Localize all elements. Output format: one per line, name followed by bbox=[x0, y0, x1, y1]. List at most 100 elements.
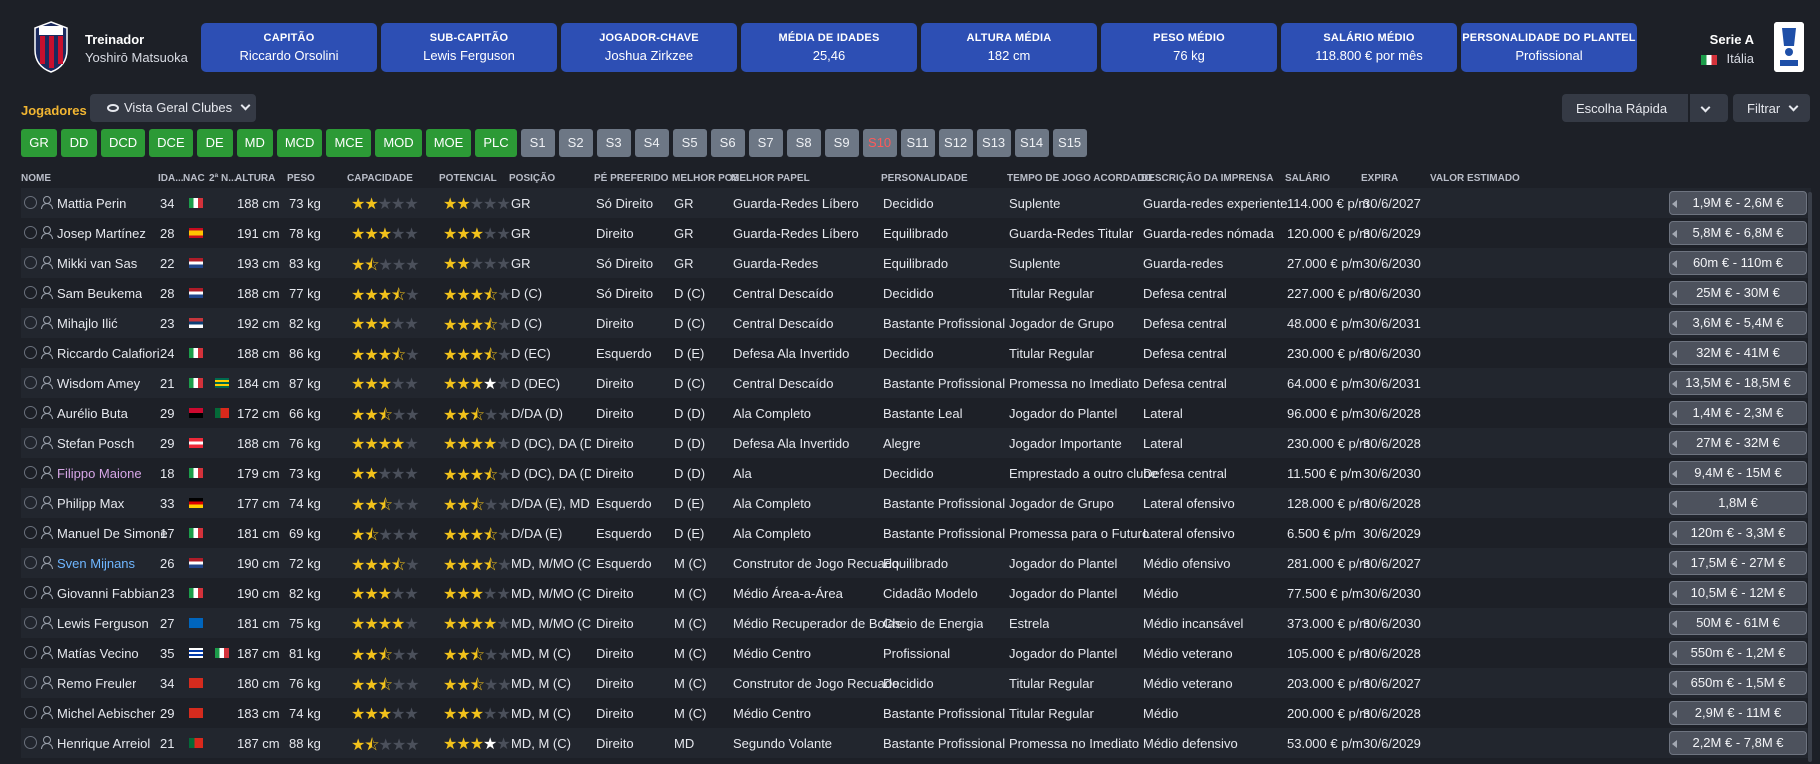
select-circle-icon[interactable] bbox=[24, 736, 37, 749]
player-name-link[interactable]: Filippo Maione bbox=[57, 466, 142, 481]
table-row[interactable]: Giovanni Fabbian 23 190 cm 82 kg ★★★★★ ★★★★★ M… bbox=[21, 578, 1811, 608]
estimated-value-pill[interactable]: 60m € - 110m € bbox=[1669, 251, 1807, 275]
table-row[interactable]: Filippo Maione 18 179 cm 73 kg ★★★★★ ★★★⯪★ D (… bbox=[21, 458, 1811, 488]
column-header[interactable]: POSIÇÃO bbox=[509, 173, 555, 184]
column-header[interactable]: DESCRIÇÃO DA IMPRENSA bbox=[1141, 173, 1273, 184]
pt-flag-icon[interactable] bbox=[189, 738, 203, 748]
estimated-value-pill[interactable]: 650m € - 1,5M € bbox=[1669, 671, 1807, 695]
rs-flag-icon[interactable] bbox=[189, 318, 203, 328]
table-row[interactable]: Philipp Max 33 177 cm 74 kg ★★⯪★★ ★★⯪★★ D/DA (… bbox=[21, 488, 1811, 518]
estimated-value-pill[interactable]: 2,2M € - 7,8M € bbox=[1669, 731, 1807, 755]
it-flag-icon[interactable] bbox=[189, 468, 203, 478]
squad-chip-s3[interactable]: S3 bbox=[596, 129, 631, 157]
position-chip-de[interactable]: DE bbox=[196, 129, 233, 157]
table-row[interactable]: Sven Mijnans 26 190 cm 72 kg ★★★⯪★ ★★★⯪★ MD, M… bbox=[21, 548, 1811, 578]
select-circle-icon[interactable] bbox=[24, 196, 37, 209]
estimated-value-pill[interactable]: 120m € - 3,3M € bbox=[1669, 521, 1807, 545]
select-circle-icon[interactable] bbox=[24, 466, 37, 479]
table-row[interactable]: Remo Freuler 34 180 cm 76 kg ★★⯪★★ ★★⯪★★ MD, M… bbox=[21, 668, 1811, 698]
select-circle-icon[interactable] bbox=[24, 646, 37, 659]
squad-chip-s11[interactable]: S11 bbox=[900, 129, 935, 157]
player-name-link[interactable]: Riccardo Calafiori bbox=[57, 346, 160, 361]
squad-personality-card[interactable]: PERSONALIDADE DO PLANTEL Profissional bbox=[1461, 23, 1637, 72]
estimated-value-pill[interactable]: 13,5M € - 18,5M € bbox=[1669, 371, 1807, 395]
select-circle-icon[interactable] bbox=[24, 706, 37, 719]
nl-flag-icon[interactable] bbox=[189, 288, 203, 298]
table-row[interactable]: Mikki van Sas 22 193 cm 83 kg ★⯪★★★ ★★★★★ GR Só… bbox=[21, 248, 1811, 278]
position-chip-dce[interactable]: DCE bbox=[149, 129, 193, 157]
position-chip-mod[interactable]: MOD bbox=[375, 129, 422, 157]
select-circle-icon[interactable] bbox=[24, 226, 37, 239]
column-header[interactable]: ALTURA bbox=[235, 173, 275, 184]
estimated-value-pill[interactable]: 550m € - 1,2M € bbox=[1669, 641, 1807, 665]
select-circle-icon[interactable] bbox=[24, 376, 37, 389]
it-flag-icon[interactable] bbox=[215, 648, 229, 658]
squad-chip-s2[interactable]: S2 bbox=[558, 129, 593, 157]
squad-chip-s13[interactable]: S13 bbox=[976, 129, 1011, 157]
nl-flag-icon[interactable] bbox=[189, 258, 203, 268]
table-row[interactable]: Stefan Posch 29 188 cm 76 kg ★★★★★ ★★★★★ D (DC… bbox=[21, 428, 1811, 458]
estimated-value-pill[interactable]: 27M € - 32M € bbox=[1669, 431, 1807, 455]
column-header[interactable]: MELHOR PAPEL bbox=[731, 173, 810, 184]
column-header[interactable]: TEMPO DE JOGO ACORDADO bbox=[1007, 173, 1152, 184]
estimated-value-pill[interactable]: 1,4M € - 2,3M € bbox=[1669, 401, 1807, 425]
estimated-value-pill[interactable]: 2,9M € - 11M € bbox=[1669, 701, 1807, 725]
column-header[interactable]: VALOR ESTIMADO bbox=[1430, 173, 1520, 184]
estimated-value-pill[interactable]: 9,4M € - 15M € bbox=[1669, 461, 1807, 485]
player-name-link[interactable]: Lewis Ferguson bbox=[57, 616, 149, 631]
column-header[interactable]: CAPACIDADE bbox=[347, 173, 413, 184]
average-weight-card[interactable]: PESO MÉDIO 76 kg bbox=[1101, 23, 1277, 72]
squad-chip-s12[interactable]: S12 bbox=[938, 129, 973, 157]
it-flag-icon[interactable] bbox=[189, 378, 203, 388]
player-name-link[interactable]: Mattia Perin bbox=[57, 196, 126, 211]
select-circle-icon[interactable] bbox=[24, 586, 37, 599]
estimated-value-pill[interactable]: 10,5M € - 12M € bbox=[1669, 581, 1807, 605]
player-name-link[interactable]: Giovanni Fabbian bbox=[57, 586, 159, 601]
squad-chip-s1[interactable]: S1 bbox=[520, 129, 555, 157]
position-chip-md[interactable]: MD bbox=[236, 129, 273, 157]
table-row[interactable]: Henrique Arreiol 21 187 cm 88 kg ★⯪★★★ ★★★★★ M… bbox=[21, 728, 1811, 758]
ch-flag-icon[interactable] bbox=[189, 678, 203, 688]
select-circle-icon[interactable] bbox=[24, 526, 37, 539]
table-row[interactable]: Mihajlo Ilić 23 192 cm 82 kg ★★★★★ ★★★⯪★ D (C)… bbox=[21, 308, 1811, 338]
quick-pick-dropdown[interactable] bbox=[1690, 94, 1728, 122]
table-row[interactable]: Sam Beukema 28 188 cm 77 kg ★★★⯪★ ★★★⯪★ D (C) S… bbox=[21, 278, 1811, 308]
table-row[interactable]: Lewis Ferguson 27 181 cm 75 kg ★★★★★ ★★★★★ MD,… bbox=[21, 608, 1811, 638]
captain-card[interactable]: CAPITÃO Riccardo Orsolini bbox=[201, 23, 377, 72]
select-circle-icon[interactable] bbox=[24, 556, 37, 569]
average-age-card[interactable]: MÉDIA DE IDADES 25,46 bbox=[741, 23, 917, 72]
squad-chip-s5[interactable]: S5 bbox=[672, 129, 707, 157]
sc-flag-icon[interactable] bbox=[189, 618, 203, 628]
player-name-link[interactable]: Wisdom Amey bbox=[57, 376, 140, 391]
position-chip-plc[interactable]: PLC bbox=[475, 129, 517, 157]
column-header[interactable]: EXPIRA bbox=[1361, 173, 1398, 184]
squad-chip-s9[interactable]: S9 bbox=[824, 129, 859, 157]
position-chip-gr[interactable]: GR bbox=[21, 129, 57, 157]
position-chip-dcd[interactable]: DCD bbox=[101, 129, 146, 157]
squad-chip-s8[interactable]: S8 bbox=[786, 129, 821, 157]
vice-captain-card[interactable]: SUB-CAPITÃO Lewis Ferguson bbox=[381, 23, 557, 72]
player-name-link[interactable]: Michel Aebischer bbox=[57, 706, 155, 721]
table-row[interactable]: Matías Vecino 35 187 cm 81 kg ★★⯪★★ ★★⯪★★ MD, … bbox=[21, 638, 1811, 668]
player-name-link[interactable]: Aurélio Buta bbox=[57, 406, 128, 421]
player-name-link[interactable]: Josep Martínez bbox=[57, 226, 146, 241]
estimated-value-pill[interactable]: 17,5M € - 27M € bbox=[1669, 551, 1807, 575]
player-name-link[interactable]: Remo Freuler bbox=[57, 676, 136, 691]
player-name-link[interactable]: Mikki van Sas bbox=[57, 256, 137, 271]
player-name-link[interactable]: Sven Mijnans bbox=[57, 556, 135, 571]
column-header[interactable]: MELHOR POS bbox=[672, 173, 739, 184]
select-circle-icon[interactable] bbox=[24, 316, 37, 329]
it-flag-icon[interactable] bbox=[189, 528, 203, 538]
table-row[interactable]: Aurélio Buta 29 172 cm 66 kg ★★⯪★★ ★★⯪★★ D/DA … bbox=[21, 398, 1811, 428]
table-row[interactable]: Michel Aebischer 29 183 cm 74 kg ★★★★★ ★★★★★ M… bbox=[21, 698, 1811, 728]
squad-chip-s10[interactable]: S10 bbox=[862, 129, 897, 157]
it-flag-icon[interactable] bbox=[189, 588, 203, 598]
select-circle-icon[interactable] bbox=[24, 406, 37, 419]
player-name-link[interactable]: Sam Beukema bbox=[57, 286, 142, 301]
select-circle-icon[interactable] bbox=[24, 616, 37, 629]
league-info[interactable]: Serie A Itália bbox=[1700, 32, 1754, 66]
at-flag-icon[interactable] bbox=[189, 438, 203, 448]
player-name-link[interactable]: Stefan Posch bbox=[57, 436, 134, 451]
column-header[interactable]: PÉ PREFERIDO bbox=[594, 173, 668, 184]
estimated-value-pill[interactable]: 32M € - 41M € bbox=[1669, 341, 1807, 365]
